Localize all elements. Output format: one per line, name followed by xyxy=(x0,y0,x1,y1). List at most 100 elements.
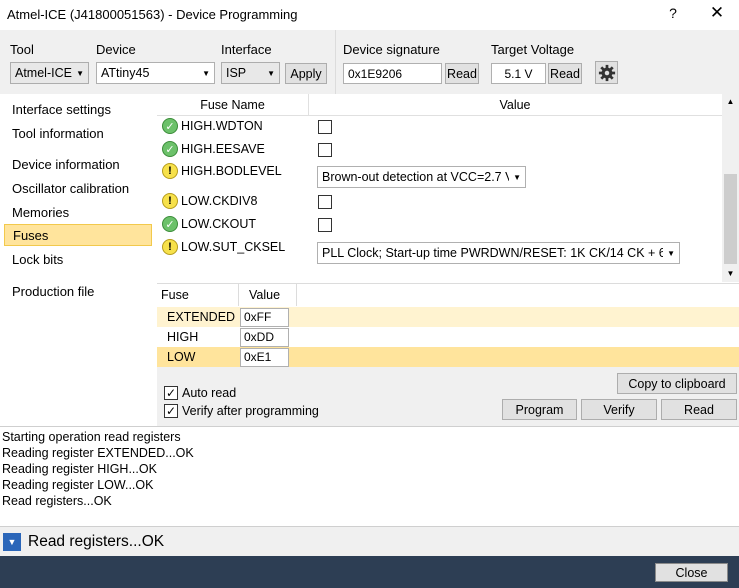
register-name: LOW xyxy=(167,350,196,364)
verify-after-programming-option[interactable]: ✓ Verify after programming xyxy=(164,404,319,418)
apply-button[interactable]: Apply xyxy=(285,63,327,84)
column-header-register-value: Value xyxy=(249,284,297,306)
fuse-checkbox-eesave[interactable] xyxy=(318,143,332,157)
bodlevel-select[interactable]: Brown-out detection at VCC=2.7 V ▼ xyxy=(317,166,526,188)
expand-log-button[interactable]: ▼ xyxy=(3,533,21,551)
fuse-grid-header: Fuse Name Value xyxy=(157,94,722,116)
log-line: Starting operation read registers xyxy=(2,430,181,444)
log-line: Read registers...OK xyxy=(2,494,112,508)
chevron-down-icon: ▼ xyxy=(202,68,210,78)
gear-icon xyxy=(598,64,615,81)
auto-read-label: Auto read xyxy=(182,386,237,400)
sidebar-item-lock-bits[interactable]: Lock bits xyxy=(4,248,152,270)
fuse-name: HIGH.EESAVE xyxy=(181,142,265,156)
close-button[interactable]: Close xyxy=(655,563,728,582)
fuse-name: LOW.CKOUT xyxy=(181,217,257,231)
sut-cksel-select-value: PLL Clock; Start-up time PWRDWN/RESET: 1… xyxy=(322,246,664,260)
fuse-checkbox-ckdiv8[interactable] xyxy=(318,195,332,209)
fuse-register-table: Fuse Register Value EXTENDED 0xFF HIGH 0… xyxy=(157,283,739,367)
help-button[interactable]: ? xyxy=(666,5,680,21)
close-window-button[interactable]: ✕ xyxy=(708,3,726,23)
register-name: HIGH xyxy=(167,330,199,344)
scrollbar-thumb[interactable] xyxy=(724,174,737,264)
column-header-value[interactable]: Value xyxy=(309,94,721,116)
verify-after-programming-checkbox[interactable]: ✓ xyxy=(164,404,178,418)
chevron-down-icon: ▼ xyxy=(267,68,275,78)
status-text: Read registers...OK xyxy=(28,533,165,550)
log-line: Reading register HIGH...OK xyxy=(2,462,157,476)
fuse-grid-scrollbar[interactable]: ▲ ▼ xyxy=(722,94,739,282)
sidebar-item-device-information[interactable]: Device information xyxy=(4,153,152,175)
interface-select[interactable]: ISP ▼ xyxy=(221,62,280,84)
sidebar-item-production-file[interactable]: Production file xyxy=(4,280,152,302)
device-select[interactable]: ATtiny45 ▼ xyxy=(96,62,215,84)
sidebar: Interface settings Tool information Devi… xyxy=(0,94,157,426)
voltage-read-button[interactable]: Read xyxy=(548,63,582,84)
auto-read-checkbox[interactable]: ✓ xyxy=(164,386,178,400)
warning-icon: ! xyxy=(162,163,178,179)
device-label: Device xyxy=(96,42,136,57)
signature-read-button[interactable]: Read xyxy=(445,63,479,84)
warning-icon: ! xyxy=(162,239,178,255)
register-name: EXTENDED xyxy=(167,310,236,324)
column-header-fuse-name[interactable]: Fuse Name xyxy=(157,94,309,116)
device-select-value: ATtiny45 xyxy=(101,66,150,80)
toolbar-divider xyxy=(335,30,336,94)
log-line: Reading register EXTENDED...OK xyxy=(2,446,194,460)
register-value-low[interactable]: 0xE1 xyxy=(240,347,289,367)
voltage-field: 5.1 V xyxy=(491,63,546,84)
fuse-row: ! HIGH.BODLEVEL xyxy=(162,160,282,182)
sidebar-item-interface-settings[interactable]: Interface settings xyxy=(4,98,152,120)
fuse-checkbox-ckout[interactable] xyxy=(318,218,332,232)
sidebar-item-memories[interactable]: Memories xyxy=(4,201,152,223)
log-line: Reading register LOW...OK xyxy=(2,478,154,492)
sidebar-item-oscillator-calibration[interactable]: Oscillator calibration xyxy=(4,177,152,199)
check-circle-icon: ✓ xyxy=(162,118,178,134)
fuse-name: HIGH.WDTON xyxy=(181,119,263,133)
tool-label: Tool xyxy=(10,42,34,57)
fuse-row: ✓ LOW.CKOUT xyxy=(162,213,256,235)
fuse-row: ! LOW.SUT_CKSEL xyxy=(162,236,285,258)
chevron-down-icon: ▼ xyxy=(76,68,84,78)
signature-field: 0x1E9206 xyxy=(343,63,442,84)
dialog-footer: Close xyxy=(0,556,739,588)
chevron-down-icon: ▼ xyxy=(513,172,521,182)
sidebar-item-tool-information[interactable]: Tool information xyxy=(4,122,152,144)
auto-read-option[interactable]: ✓ Auto read xyxy=(164,386,236,400)
title-bar: Atmel-ICE (J41800051563) - Device Progra… xyxy=(0,0,739,30)
toolbar: Tool Atmel-ICE ▼ Device ATtiny45 ▼ Inter… xyxy=(0,30,739,94)
sidebar-item-fuses[interactable]: Fuses xyxy=(4,224,152,246)
status-bar: ▼ Read registers...OK xyxy=(0,526,739,556)
fuse-row: ✓ HIGH.EESAVE xyxy=(162,138,265,160)
register-row-extended: EXTENDED 0xFF xyxy=(157,307,739,327)
tool-select-value: Atmel-ICE xyxy=(15,66,72,80)
verify-after-programming-label: Verify after programming xyxy=(182,404,319,418)
copy-to-clipboard-button[interactable]: Copy to clipboard xyxy=(617,373,737,394)
scroll-down-icon[interactable]: ▼ xyxy=(722,266,739,282)
verify-button[interactable]: Verify xyxy=(581,399,657,420)
program-button[interactable]: Program xyxy=(502,399,577,420)
fuse-name: HIGH.BODLEVEL xyxy=(181,164,282,178)
fuse-name: LOW.CKDIV8 xyxy=(181,194,258,208)
window-title: Atmel-ICE (J41800051563) - Device Progra… xyxy=(7,7,298,22)
voltage-label: Target Voltage xyxy=(491,42,575,57)
fuse-row: ✓ HIGH.WDTON xyxy=(162,115,263,137)
output-log: Starting operation read registers Readin… xyxy=(0,426,739,526)
interface-label: Interface xyxy=(221,42,272,57)
tool-select[interactable]: Atmel-ICE ▼ xyxy=(10,62,89,84)
settings-button[interactable] xyxy=(595,61,618,84)
register-value-high[interactable]: 0xDD xyxy=(240,327,289,347)
scroll-up-icon[interactable]: ▲ xyxy=(722,94,739,110)
column-header-fuse-register: Fuse Register xyxy=(161,284,239,324)
read-button[interactable]: Read xyxy=(661,399,737,420)
fuse-row: ! LOW.CKDIV8 xyxy=(162,190,257,212)
fuse-checkbox-wdton[interactable] xyxy=(318,120,332,134)
bodlevel-select-value: Brown-out detection at VCC=2.7 V xyxy=(322,170,510,184)
register-value-extended[interactable]: 0xFF xyxy=(240,307,289,327)
chevron-down-icon: ▼ xyxy=(667,248,675,258)
interface-select-value: ISP xyxy=(226,66,247,80)
check-circle-icon: ✓ xyxy=(162,141,178,157)
sut-cksel-select[interactable]: PLL Clock; Start-up time PWRDWN/RESET: 1… xyxy=(317,242,680,264)
check-circle-icon: ✓ xyxy=(162,216,178,232)
register-row-low: LOW 0xE1 xyxy=(157,347,739,367)
